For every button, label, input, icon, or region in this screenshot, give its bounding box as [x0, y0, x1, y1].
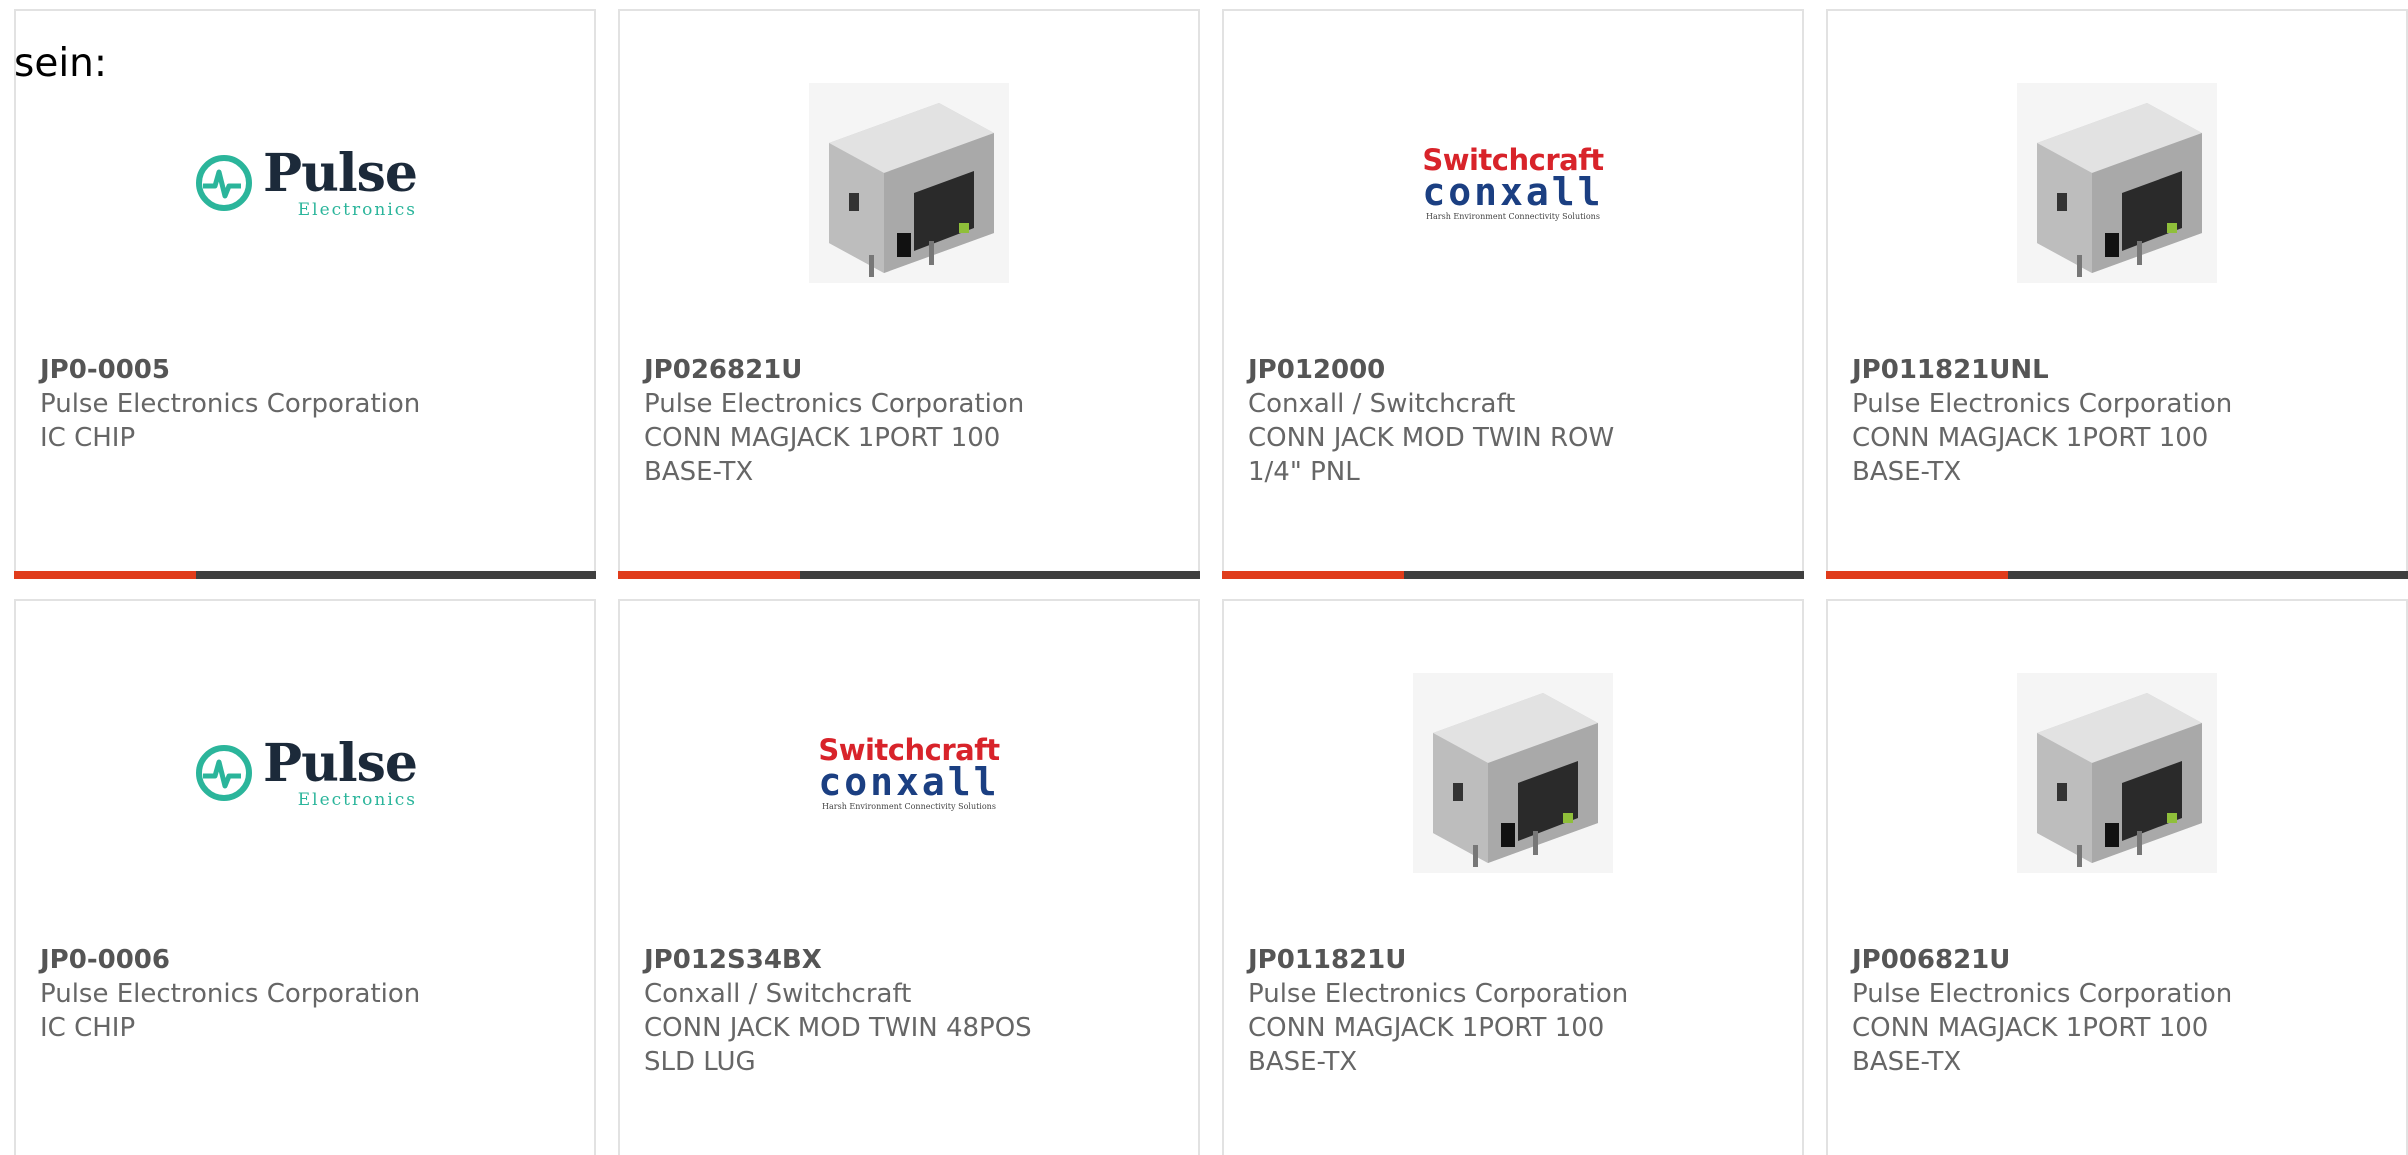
part-number[interactable]: JP0-0006	[40, 943, 460, 977]
part-number[interactable]: JP0-0005	[40, 353, 460, 387]
product-image	[620, 79, 1198, 287]
product-card[interactable]: JP006821U Pulse Electronics Corporation …	[1826, 599, 2408, 1155]
description-line-1: CONN MAGJACK 1PORT 100	[644, 423, 1001, 453]
manufacturer: Pulse Electronics Corporation	[40, 979, 421, 1009]
card-accent	[1222, 571, 1404, 579]
card-accent	[14, 571, 196, 579]
description-line-1: CONN MAGJACK 1PORT 100	[1248, 1013, 1605, 1043]
logo-tagline: Harsh Environment Connectivity Solutions	[1426, 211, 1600, 221]
description-line-2: BASE-TX	[1852, 457, 1962, 487]
description-line-1: IC CHIP	[40, 423, 136, 453]
rj45-jack-photo	[1413, 673, 1613, 873]
product-info: JP026821U Pulse Electronics Corporation …	[644, 353, 1064, 489]
card-accent	[1826, 571, 2008, 579]
logo-wordmark: Pulse	[262, 732, 418, 794]
manufacturer: Pulse Electronics Corporation	[644, 389, 1025, 419]
product-image: Pulse Electronics	[16, 79, 594, 287]
description-line-1: CONN JACK MOD TWIN 48POS	[644, 1013, 1032, 1043]
product-image	[1224, 669, 1802, 877]
description-line-2: 1/4" PNL	[1248, 457, 1360, 487]
card-bottom-bar	[618, 571, 1200, 579]
card-accent	[618, 571, 800, 579]
manufacturer: Conxall / Switchcraft	[644, 979, 912, 1009]
pulse-symbol-icon	[195, 155, 252, 211]
card-bottom-bar	[1826, 571, 2408, 579]
product-card[interactable]: JP011821U Pulse Electronics Corporation …	[1222, 599, 1804, 1155]
product-card[interactable]: JP026821U Pulse Electronics Corporation …	[618, 9, 1200, 579]
product-image	[1828, 79, 2406, 287]
description-line-1: IC CHIP	[40, 1013, 136, 1043]
part-number[interactable]: JP011821UNL	[1852, 353, 2272, 387]
pulse-symbol-icon	[195, 745, 252, 801]
intro-text: sein:	[14, 41, 108, 86]
product-card[interactable]: Switchcraft conxall Harsh Environment Co…	[1222, 9, 1804, 579]
product-card[interactable]: Pulse Electronics JP0-0006 Pulse Electro…	[14, 599, 596, 1155]
product-card[interactable]: Pulse Electronics JP0-0005 Pulse Electro…	[14, 9, 596, 579]
switchcraft-logo: Switchcraft conxall Harsh Environment Co…	[818, 735, 1000, 811]
pulse-logo: Pulse Electronics	[193, 142, 418, 220]
product-card[interactable]: JP011821UNL Pulse Electronics Corporatio…	[1826, 9, 2408, 579]
product-info: JP012S34BX Conxall / Switchcraft CONN JA…	[644, 943, 1064, 1079]
product-listing-page: sein: Pulse Electronics JP0-0005 Pulse E…	[0, 0, 2408, 1155]
product-info: JP011821U Pulse Electronics Corporation …	[1248, 943, 1668, 1079]
rj45-jack-photo	[809, 83, 1009, 283]
logo-main-text: conxall	[1422, 169, 1604, 214]
product-image: Pulse Electronics	[16, 669, 594, 877]
product-info: JP0-0005 Pulse Electronics Corporation I…	[40, 353, 460, 455]
switchcraft-logo: Switchcraft conxall Harsh Environment Co…	[1422, 145, 1604, 221]
description-line-1: CONN MAGJACK 1PORT 100	[1852, 423, 2209, 453]
manufacturer: Pulse Electronics Corporation	[1852, 389, 2233, 419]
pulse-logo: Pulse Electronics	[193, 732, 418, 810]
manufacturer: Conxall / Switchcraft	[1248, 389, 1516, 419]
logo-main-text: conxall	[818, 759, 1000, 804]
product-image: Switchcraft conxall Harsh Environment Co…	[620, 669, 1198, 877]
description-line-1: CONN JACK MOD TWIN ROW	[1248, 423, 1615, 453]
product-info: JP006821U Pulse Electronics Corporation …	[1852, 943, 2272, 1079]
description-line-1: CONN MAGJACK 1PORT 100	[1852, 1013, 2209, 1043]
part-number[interactable]: JP026821U	[644, 353, 1064, 387]
product-info: JP011821UNL Pulse Electronics Corporatio…	[1852, 353, 2272, 489]
logo-subtext: Electronics	[297, 199, 418, 220]
product-info: JP0-0006 Pulse Electronics Corporation I…	[40, 943, 460, 1045]
manufacturer: Pulse Electronics Corporation	[1852, 979, 2233, 1009]
logo-subtext: Electronics	[297, 789, 418, 810]
rj45-jack-photo	[2017, 673, 2217, 873]
product-grid: Pulse Electronics JP0-0005 Pulse Electro…	[14, 9, 2408, 1155]
description-line-2: BASE-TX	[1852, 1047, 1962, 1077]
product-image	[1828, 669, 2406, 877]
description-line-2: SLD LUG	[644, 1047, 756, 1077]
product-card[interactable]: Switchcraft conxall Harsh Environment Co…	[618, 599, 1200, 1155]
logo-tagline: Harsh Environment Connectivity Solutions	[822, 801, 996, 811]
part-number[interactable]: JP011821U	[1248, 943, 1668, 977]
card-bottom-bar	[14, 571, 596, 579]
part-number[interactable]: JP012S34BX	[644, 943, 1064, 977]
part-number[interactable]: JP006821U	[1852, 943, 2272, 977]
manufacturer: Pulse Electronics Corporation	[1248, 979, 1629, 1009]
part-number[interactable]: JP012000	[1248, 353, 1668, 387]
logo-wordmark: Pulse	[262, 142, 418, 204]
manufacturer: Pulse Electronics Corporation	[40, 389, 421, 419]
rj45-jack-photo	[2017, 83, 2217, 283]
product-image: Switchcraft conxall Harsh Environment Co…	[1224, 79, 1802, 287]
product-info: JP012000 Conxall / Switchcraft CONN JACK…	[1248, 353, 1668, 489]
description-line-2: BASE-TX	[644, 457, 754, 487]
description-line-2: BASE-TX	[1248, 1047, 1358, 1077]
card-bottom-bar	[1222, 571, 1804, 579]
